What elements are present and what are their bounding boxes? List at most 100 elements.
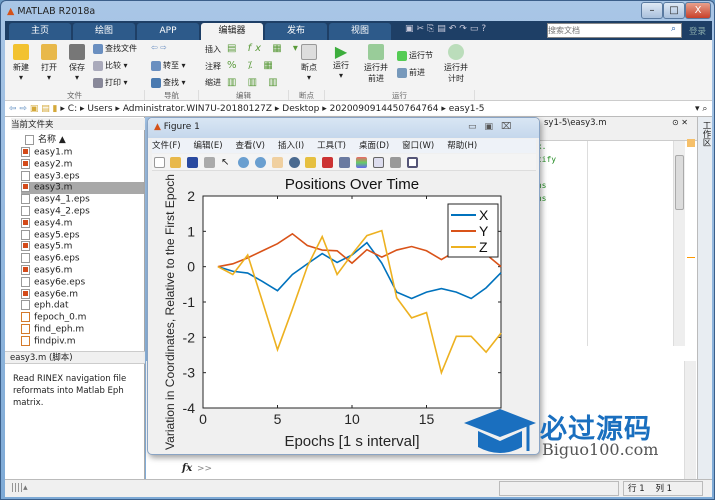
advance-button[interactable]: 前进 bbox=[397, 67, 425, 78]
quick-access-toolbar[interactable]: ▣✂⎘▤↶↷▭? bbox=[405, 24, 489, 34]
tab-editor[interactable]: 编辑器 bbox=[201, 23, 263, 40]
link-plot-icon[interactable] bbox=[339, 157, 351, 168]
breadcrumb-item[interactable]: 2020090914450764764 bbox=[330, 104, 439, 114]
figure-menu-item[interactable]: 编辑(E) bbox=[194, 141, 223, 151]
close-editor-icon[interactable]: ⊙ ✕ bbox=[672, 118, 688, 127]
path-dropdown-icon[interactable]: ▾ ⌕ bbox=[695, 101, 707, 117]
open-button[interactable]: 打开 ▾ bbox=[37, 44, 61, 82]
show-plot-tools-icon[interactable] bbox=[406, 157, 418, 168]
run-time-button[interactable]: 运行并 计时 bbox=[439, 44, 473, 84]
goto-button[interactable]: 转至 ▾ bbox=[151, 60, 186, 71]
comment-tools-icons[interactable]: % ⁒ ▦ bbox=[227, 60, 277, 71]
figure-menu-item[interactable]: 文件(F) bbox=[152, 141, 181, 151]
find-button[interactable]: 查找 ▾ bbox=[151, 77, 186, 88]
warning-marker[interactable] bbox=[687, 257, 695, 258]
edit-tools-icons[interactable]: ▤ fx ▦ ▾ bbox=[227, 43, 302, 54]
code-line[interactable]: ons bbox=[532, 192, 587, 205]
command-scrollbar[interactable] bbox=[684, 361, 696, 479]
new-button[interactable]: 新建 ▾ bbox=[9, 44, 33, 82]
file-item[interactable]: easy4_2.eps bbox=[21, 206, 145, 218]
nav-arrows-icon[interactable]: ⇦ ⇨ bbox=[9, 104, 27, 114]
file-item[interactable]: findpiv.m bbox=[21, 335, 145, 348]
save-figure-icon[interactable] bbox=[187, 157, 199, 168]
figure-menu-item[interactable]: 桌面(D) bbox=[359, 141, 389, 151]
tab-publish[interactable]: 发布 bbox=[265, 23, 327, 40]
file-item[interactable]: easy6.eps bbox=[21, 253, 145, 265]
code-line[interactable]: ons bbox=[532, 179, 587, 192]
tab-view[interactable]: 视图 bbox=[329, 23, 391, 40]
figure-menu-item[interactable]: 帮助(H) bbox=[447, 141, 477, 151]
indent-button[interactable]: 缩进 bbox=[205, 77, 221, 88]
file-item[interactable]: easy5.eps bbox=[21, 229, 145, 242]
figure-menu-item[interactable]: 工具(T) bbox=[317, 141, 346, 151]
rotate-icon[interactable] bbox=[288, 157, 300, 168]
print-figure-icon[interactable] bbox=[204, 157, 216, 168]
fx-icon[interactable]: fx bbox=[182, 463, 192, 474]
file-item[interactable]: easy6e.eps bbox=[21, 276, 145, 289]
file-item[interactable]: easy4.m bbox=[21, 217, 145, 230]
file-item[interactable]: easy4_1.eps bbox=[21, 194, 145, 206]
indent-tools-icons[interactable]: ▥ ▥ ▥ bbox=[227, 77, 282, 88]
compare-button[interactable]: 比较 ▾ bbox=[93, 60, 128, 71]
folder-up-icon[interactable]: ▣ ▤ ▮ bbox=[30, 104, 58, 114]
code-line[interactable]: ix. bbox=[532, 140, 587, 153]
maximize-button[interactable]: □ bbox=[663, 2, 685, 19]
file-item[interactable]: eph.dat bbox=[21, 300, 145, 312]
pan-icon[interactable] bbox=[271, 157, 283, 168]
file-item[interactable]: easy2.m bbox=[21, 158, 145, 171]
breadcrumb-item[interactable]: C: bbox=[68, 104, 77, 114]
colorbar-icon[interactable] bbox=[356, 157, 367, 168]
file-item[interactable]: easy6e.m bbox=[21, 288, 145, 301]
figure-window-controls[interactable]: ▭▣⌧ bbox=[468, 118, 519, 136]
zoom-in-icon[interactable] bbox=[237, 157, 249, 168]
breadcrumb-item[interactable]: easy1-5 bbox=[449, 104, 485, 114]
file-item[interactable]: easy5.m bbox=[21, 241, 145, 253]
figure-menu-item[interactable]: 窗口(W) bbox=[402, 141, 434, 151]
tab-home[interactable]: 主页 bbox=[9, 23, 71, 40]
tab-plots[interactable]: 绘图 bbox=[73, 23, 135, 40]
workspace-side-tab[interactable]: 工作区 bbox=[697, 117, 712, 479]
code-line[interactable]: e bbox=[532, 166, 587, 179]
file-item[interactable]: fepoch_0.m bbox=[21, 312, 145, 324]
legend-icon[interactable] bbox=[372, 157, 384, 168]
code-lines[interactable]: ix.ntifyeonsons bbox=[532, 140, 587, 205]
print-button[interactable]: 打印 ▾ bbox=[93, 77, 128, 88]
save-button[interactable]: 保存 ▾ bbox=[65, 44, 89, 82]
search-icon[interactable]: ⌕ bbox=[671, 24, 676, 34]
name-column-header[interactable]: 名称 ▲ bbox=[25, 132, 66, 145]
run-button[interactable]: ▶ 运行 ▾ bbox=[329, 44, 353, 81]
data-cursor-icon[interactable] bbox=[305, 157, 317, 168]
file-item[interactable]: easy3.m bbox=[21, 182, 145, 195]
find-files-button[interactable]: 查找文件 bbox=[93, 43, 137, 54]
back-forward-buttons[interactable]: ⇦ ⇨ bbox=[151, 43, 167, 52]
login-link[interactable]: 登录 bbox=[689, 25, 706, 37]
file-item[interactable]: easy6.m bbox=[21, 265, 145, 277]
hide-plot-tools-icon[interactable] bbox=[389, 157, 401, 168]
run-advance-button[interactable]: 运行并 前进 bbox=[359, 44, 393, 84]
minimize-button[interactable]: – bbox=[641, 2, 663, 19]
open-file-icon[interactable] bbox=[170, 157, 182, 168]
brush-icon[interactable] bbox=[322, 157, 334, 168]
address-bar[interactable]: ⇦ ⇨ ▣ ▤ ▮ ▸ C: ▸ Users ▸ Administrator.W… bbox=[5, 101, 712, 117]
breadcrumb-item[interactable]: Administrator.WIN7U-20180127Z bbox=[123, 104, 272, 114]
search-docs-input[interactable] bbox=[547, 23, 682, 38]
insert-button[interactable]: 插入 bbox=[205, 44, 221, 55]
new-figure-icon[interactable] bbox=[153, 157, 165, 168]
close-button[interactable]: X bbox=[685, 2, 711, 19]
comment-button[interactable]: 注释 bbox=[205, 61, 221, 72]
zoom-out-icon[interactable] bbox=[254, 157, 266, 168]
editor-scrollbar[interactable] bbox=[673, 141, 685, 346]
file-item[interactable]: easy3.eps bbox=[21, 170, 145, 183]
pointer-icon[interactable]: ↖ bbox=[221, 157, 232, 168]
run-section-button[interactable]: 运行节 bbox=[397, 50, 433, 61]
figure-menu-item[interactable]: 查看(V) bbox=[236, 141, 265, 151]
file-item[interactable]: find_eph.m bbox=[21, 324, 145, 336]
figure-menu-item[interactable]: 插入(I) bbox=[278, 141, 304, 151]
file-item[interactable]: easy1.m bbox=[21, 147, 145, 159]
code-analyzer-indicator[interactable] bbox=[687, 139, 695, 147]
breadcrumb-item[interactable]: Users bbox=[87, 104, 112, 114]
fx-icon[interactable]: fx bbox=[248, 43, 265, 54]
breakpoint-button[interactable]: 断点 ▾ bbox=[295, 44, 323, 82]
tab-apps[interactable]: APP bbox=[137, 23, 199, 40]
breadcrumb-item[interactable]: Desktop bbox=[282, 104, 319, 114]
